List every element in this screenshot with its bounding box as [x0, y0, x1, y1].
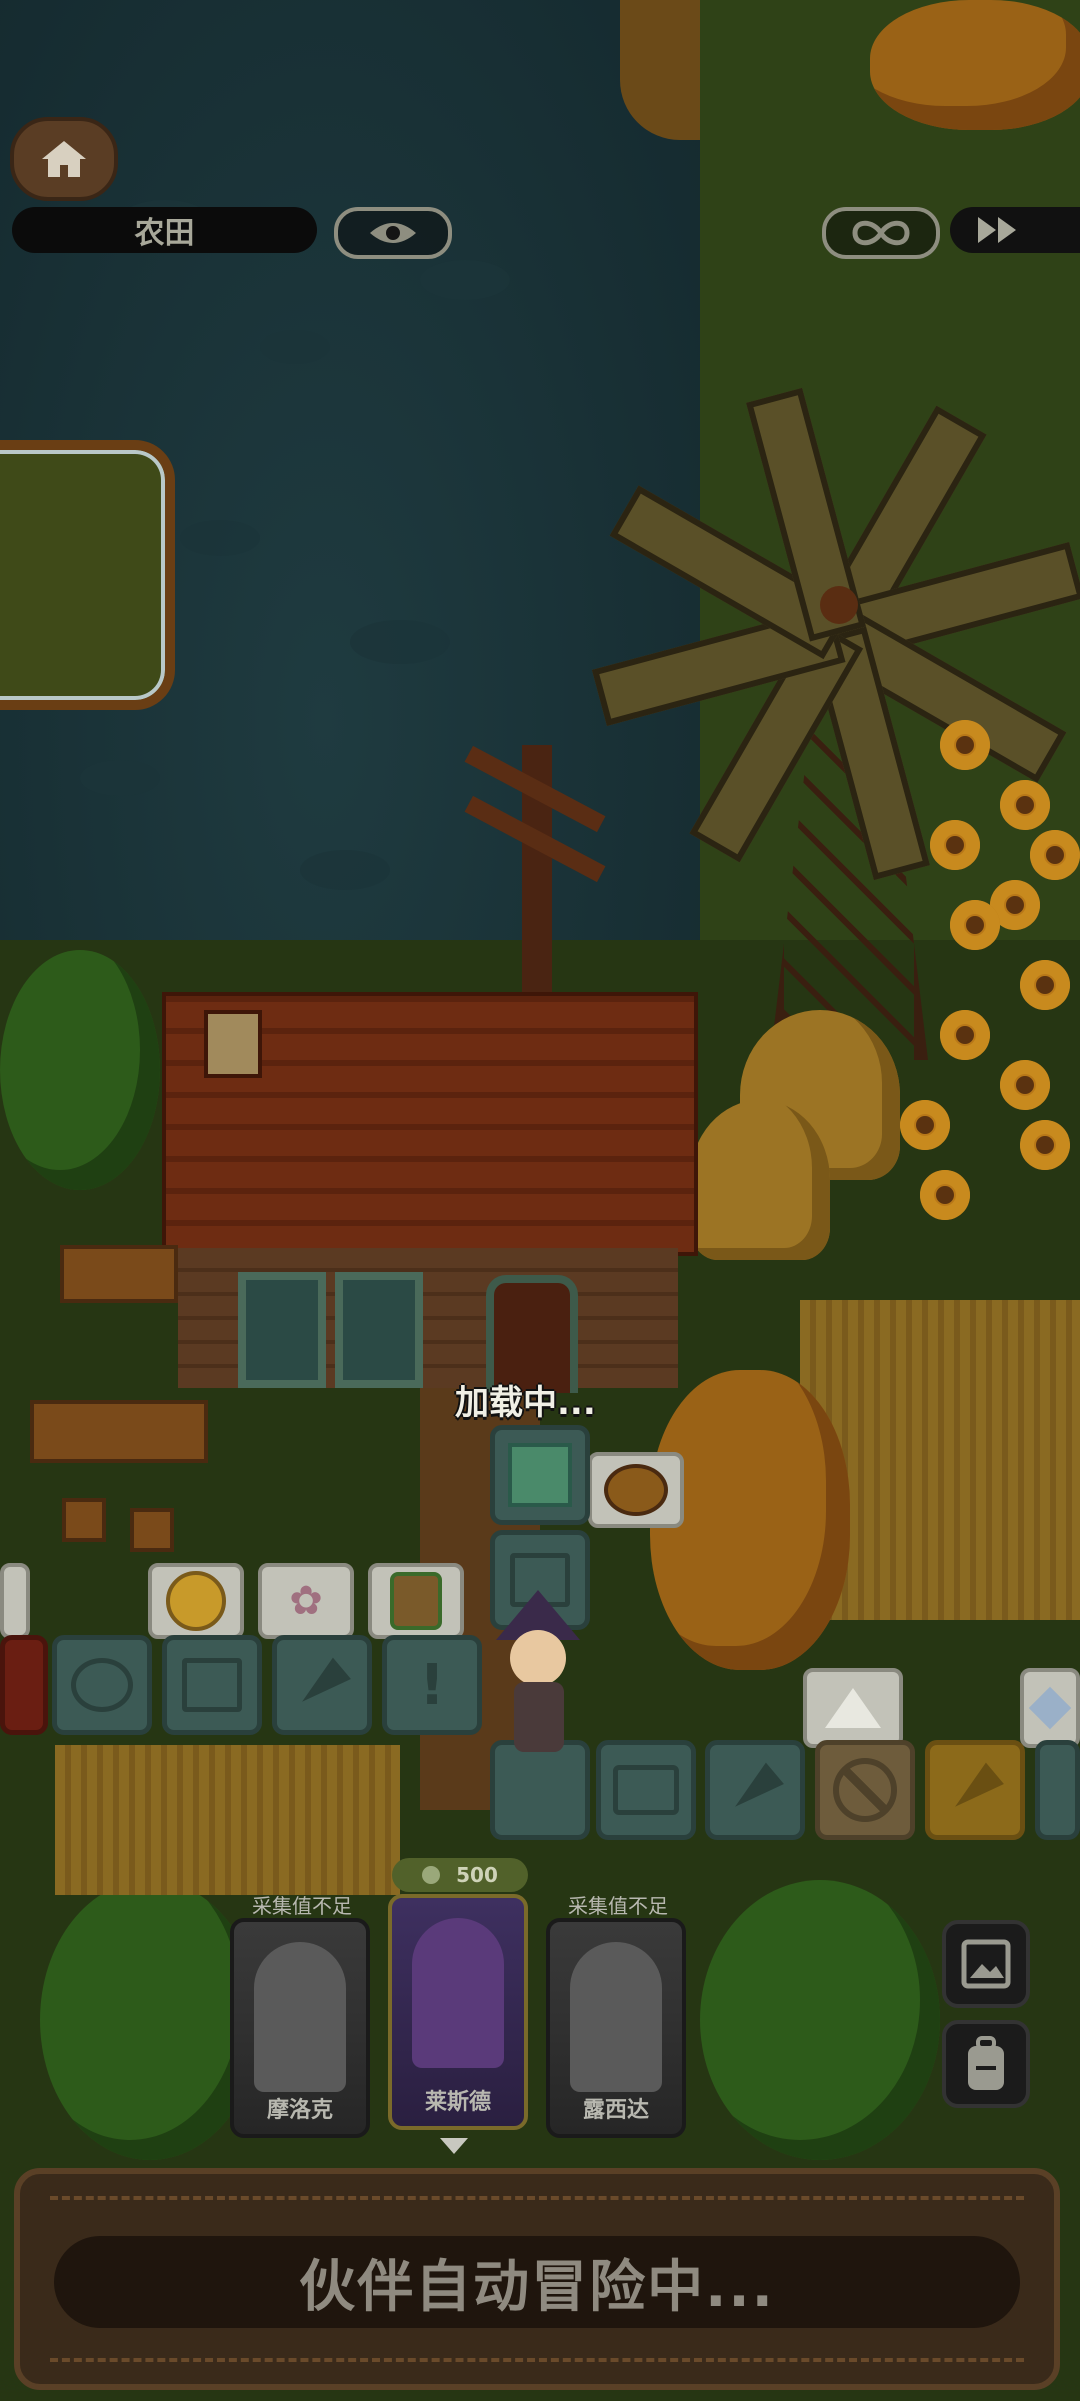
partial-card[interactable]	[0, 1563, 30, 1639]
window	[335, 1272, 423, 1388]
gallery-icon	[961, 1939, 1011, 1989]
coin-icon	[166, 1571, 226, 1631]
fast-forward-button[interactable]	[950, 207, 1080, 253]
pine-tree	[700, 1880, 940, 2160]
companion-name: 莱斯德	[424, 2090, 491, 2115]
eye-icon	[370, 223, 416, 243]
companion-portrait	[254, 1942, 346, 2092]
board-tile[interactable]	[705, 1740, 805, 1840]
board-tile[interactable]	[490, 1425, 590, 1525]
blossom-branch-icon: ✿	[289, 1578, 323, 1624]
home-button[interactable]	[10, 117, 118, 201]
haystack	[690, 1100, 830, 1260]
board-tile[interactable]: !	[382, 1635, 482, 1735]
pot-icon	[604, 1464, 668, 1516]
map-icon	[508, 1443, 572, 1507]
board-tile[interactable]	[596, 1740, 696, 1840]
footer-panel: 伙伴自动冒险中...	[14, 2168, 1060, 2390]
player-character	[488, 1590, 588, 1760]
wheat-field	[55, 1745, 400, 1895]
board-tile[interactable]	[925, 1740, 1025, 1840]
apple-tree	[0, 950, 160, 1190]
gem-icon	[422, 1866, 441, 1884]
gift-icon	[182, 1658, 242, 1712]
chest-icon	[613, 1765, 679, 1815]
wooden-sign	[60, 1245, 178, 1303]
auto-adventure-status: 伙伴自动冒险中...	[54, 2236, 1020, 2328]
companion-portrait	[570, 1942, 662, 2092]
gallery-button[interactable]	[942, 1920, 1030, 2008]
small-island	[0, 440, 175, 710]
cost-value: 500	[456, 1863, 498, 1887]
window	[238, 1272, 326, 1388]
board-tile[interactable]	[272, 1635, 372, 1735]
pine-tree	[40, 1880, 260, 2160]
blossom-card[interactable]: ✿	[258, 1563, 354, 1639]
backpack-button[interactable]	[942, 2020, 1030, 2108]
backpack-icon	[968, 2036, 1004, 2090]
selected-indicator	[440, 2138, 468, 2154]
coin-card[interactable]	[148, 1563, 244, 1639]
location-name: 农田	[134, 216, 195, 251]
autumn-tree	[870, 0, 1080, 130]
rice-ball-icon	[825, 1688, 881, 1728]
exclamation-icon: !	[419, 1652, 445, 1718]
cat-face-icon	[71, 1658, 133, 1712]
auto-loop-button[interactable]	[822, 207, 940, 259]
companion-name: 摩洛克	[266, 2098, 333, 2123]
board-tile[interactable]	[0, 1635, 48, 1735]
fast-forward-icon	[978, 217, 1016, 243]
loading-label: 加载中...	[455, 1383, 596, 1423]
view-toggle-button[interactable]	[334, 207, 452, 259]
infinity-icon	[852, 220, 910, 246]
cost-badge: 500	[392, 1858, 528, 1892]
crystal-icon	[1028, 1686, 1072, 1730]
crystal-card[interactable]	[1020, 1668, 1080, 1748]
board-tile[interactable]	[815, 1740, 915, 1840]
board-tile[interactable]	[1035, 1740, 1080, 1840]
game-scene	[0, 0, 1080, 2401]
card-status: 采集值不足	[568, 1894, 668, 1918]
companion-name: 露西达	[582, 2098, 649, 2123]
carrot-icon	[726, 1762, 784, 1818]
rice-ball-card[interactable]	[803, 1668, 903, 1748]
board-tile[interactable]	[162, 1635, 262, 1735]
companion-portrait	[412, 1918, 504, 2068]
companion-card[interactable]: 露西达	[546, 1918, 686, 2138]
chimney	[204, 1010, 262, 1078]
home-icon	[42, 141, 86, 177]
card-status: 采集值不足	[252, 1894, 352, 1918]
pot-card[interactable]	[588, 1452, 684, 1528]
no-entry-icon	[833, 1758, 897, 1822]
companion-card[interactable]: 摩洛克	[230, 1918, 370, 2138]
seed-bag-card[interactable]	[368, 1563, 464, 1639]
location-label: 农田	[12, 207, 317, 253]
companion-card-selected[interactable]: 莱斯德	[388, 1894, 528, 2130]
carrot-icon	[946, 1762, 1004, 1818]
carrot-icon	[293, 1657, 351, 1713]
board-tile[interactable]	[52, 1635, 152, 1735]
seed-bag-icon	[390, 1572, 442, 1630]
auto-adventure-label: 伙伴自动冒险中...	[299, 2254, 775, 2320]
bench	[30, 1400, 208, 1463]
